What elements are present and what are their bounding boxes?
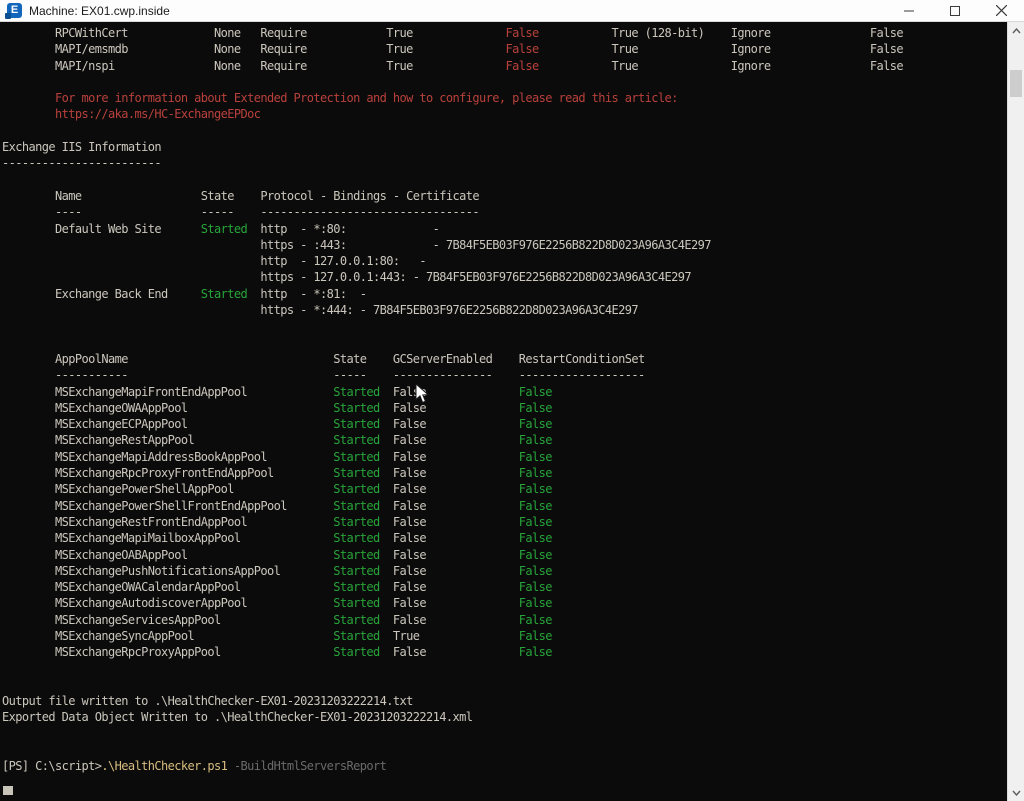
terminal-line: Default Web Site Started http - *:80: - bbox=[2, 222, 903, 238]
terminal-line bbox=[2, 678, 903, 694]
close-button[interactable] bbox=[978, 0, 1024, 22]
terminal-line: [PS] C:\script>.\HealthChecker.ps1 -Buil… bbox=[2, 759, 903, 775]
terminal-line: Output file written to .\HealthChecker-E… bbox=[2, 694, 903, 710]
minimize-button[interactable] bbox=[886, 0, 932, 22]
terminal-line bbox=[2, 776, 903, 792]
terminal-line: Exchange Back End Started http - *:81: - bbox=[2, 287, 903, 303]
terminal-line: For more information about Extended Prot… bbox=[2, 91, 903, 107]
scrollbar-up-button[interactable] bbox=[1008, 22, 1024, 39]
terminal-line: MSExchangePushNotificationsAppPool Start… bbox=[2, 564, 903, 580]
terminal-line: MSExchangeOWAAppPool Started False False bbox=[2, 401, 903, 417]
terminal-line: AppPoolName State GCServerEnabled Restar… bbox=[2, 352, 903, 368]
terminal-line: MSExchangeRpcProxyFrontEndAppPool Starte… bbox=[2, 466, 903, 482]
terminal-output: RPCWithCert None Require True False True… bbox=[2, 26, 903, 792]
terminal-line: MSExchangeMapiAddressBookAppPool Started… bbox=[2, 450, 903, 466]
chevron-up-icon bbox=[1012, 28, 1021, 34]
terminal-line: MSExchangeECPAppPool Started False False bbox=[2, 417, 903, 433]
window-title: Machine: EX01.cwp.inside bbox=[29, 4, 886, 18]
exchange-icon bbox=[7, 3, 22, 18]
terminal-line: MSExchangeOWACalendarAppPool Started Fal… bbox=[2, 580, 903, 596]
terminal-line bbox=[2, 173, 903, 189]
terminal-line: MSExchangeMapiFrontEndAppPool Started Fa… bbox=[2, 385, 903, 401]
scrollbar-down-button[interactable] bbox=[1008, 784, 1024, 801]
minimize-icon bbox=[904, 6, 914, 16]
terminal-line: http - 127.0.0.1:80: - bbox=[2, 254, 903, 270]
terminal-line bbox=[2, 662, 903, 678]
terminal-line: ------------------------ bbox=[2, 156, 903, 172]
scrollbar-thumb[interactable] bbox=[1010, 70, 1022, 97]
terminal-line: MAPI/nspi None Require True False True I… bbox=[2, 59, 903, 75]
terminal-line: MSExchangePowerShellAppPool Started Fals… bbox=[2, 482, 903, 498]
terminal-line bbox=[2, 124, 903, 140]
terminal-line: https - 127.0.0.1:443: - 7B84F5EB03F976E… bbox=[2, 270, 903, 286]
maximize-button[interactable] bbox=[932, 0, 978, 22]
terminal-line: Name State Protocol - Bindings - Certifi… bbox=[2, 189, 903, 205]
terminal-line: https://aka.ms/HC-ExchangeEPDoc bbox=[2, 107, 903, 123]
terminal-line: MSExchangeOABAppPool Started False False bbox=[2, 548, 903, 564]
terminal-line bbox=[2, 727, 903, 743]
terminal-line: MAPI/emsmdb None Require True False True… bbox=[2, 42, 903, 58]
terminal-line: ----------- ----- --------------- ------… bbox=[2, 368, 903, 384]
terminal-line bbox=[2, 336, 903, 352]
terminal-line: MSExchangeRestAppPool Started False Fals… bbox=[2, 433, 903, 449]
terminal-line bbox=[2, 319, 903, 335]
terminal-line bbox=[2, 75, 903, 91]
terminal-line: MSExchangeRpcProxyAppPool Started False … bbox=[2, 645, 903, 661]
terminal-line: RPCWithCert None Require True False True… bbox=[2, 26, 903, 42]
terminal-line: MSExchangePowerShellFrontEndAppPool Star… bbox=[2, 499, 903, 515]
terminal-line: ---- ----- -----------------------------… bbox=[2, 205, 903, 221]
terminal-line: Exchange IIS Information bbox=[2, 140, 903, 156]
window-titlebar: Machine: EX01.cwp.inside bbox=[0, 0, 1024, 22]
terminal-line: MSExchangeMapiMailboxAppPool Started Fal… bbox=[2, 531, 903, 547]
terminal-line: MSExchangeServicesAppPool Started False … bbox=[2, 613, 903, 629]
terminal[interactable]: RPCWithCert None Require True False True… bbox=[0, 22, 1007, 801]
terminal-line: https - *:444: - 7B84F5EB03F976E2256B822… bbox=[2, 303, 903, 319]
terminal-cursor bbox=[3, 786, 13, 795]
vertical-scrollbar[interactable] bbox=[1007, 22, 1024, 801]
maximize-icon bbox=[950, 6, 960, 16]
terminal-line bbox=[2, 743, 903, 759]
terminal-line: Exported Data Object Written to .\Health… bbox=[2, 710, 903, 726]
terminal-line: https - :443: - 7B84F5EB03F976E2256B822D… bbox=[2, 238, 903, 254]
terminal-line: MSExchangeSyncAppPool Started True False bbox=[2, 629, 903, 645]
chevron-down-icon bbox=[1012, 790, 1021, 796]
terminal-line: MSExchangeRestFrontEndAppPool Started Fa… bbox=[2, 515, 903, 531]
close-icon bbox=[996, 5, 1007, 16]
screen: { "window": { "title": "Machine: EX01.cw… bbox=[0, 0, 1024, 801]
terminal-line: MSExchangeAutodiscoverAppPool Started Fa… bbox=[2, 596, 903, 612]
